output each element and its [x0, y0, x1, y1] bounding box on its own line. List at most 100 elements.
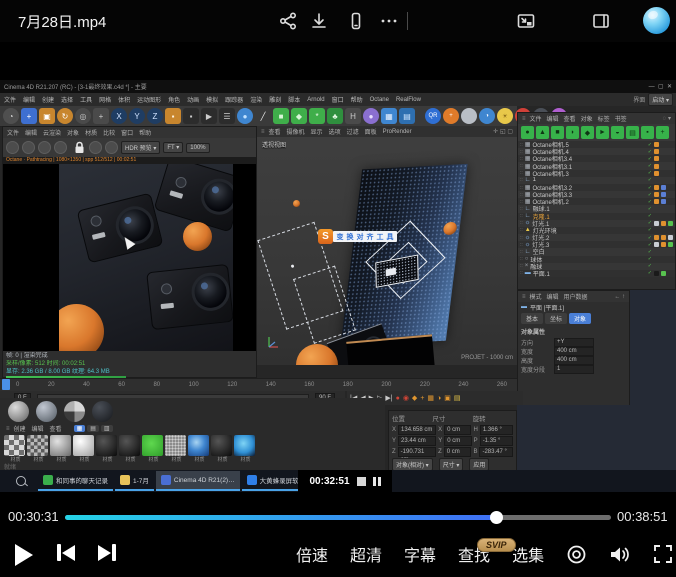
position-field[interactable]: -190.731 cm	[398, 447, 436, 457]
enabled-check[interactable]: ✓	[648, 249, 652, 255]
menu-item[interactable]: 书签	[615, 114, 627, 123]
position-field[interactable]: 23.44 cm	[398, 436, 436, 446]
object-tag[interactable]	[668, 271, 673, 276]
transport-button[interactable]: ▤	[454, 394, 461, 402]
previous-button[interactable]	[57, 544, 75, 561]
hdr-dropdown[interactable]: HDR 预览 ▾	[121, 141, 160, 154]
subtitles-button[interactable]: 字幕	[404, 542, 436, 566]
render-icon[interactable]: QR	[425, 108, 441, 124]
lv-tool-icon[interactable]	[6, 141, 19, 154]
object-tag[interactable]	[654, 178, 659, 183]
lv-tool-icon[interactable]	[105, 141, 118, 154]
size-field[interactable]: 0 cm	[444, 447, 472, 457]
menu-item[interactable]: 编辑	[547, 114, 559, 123]
visibility-dots[interactable]: ::	[520, 242, 523, 248]
material-item[interactable]: 材质	[188, 435, 211, 463]
menu-item[interactable]: Arnold	[307, 97, 324, 103]
octane-tool-icon[interactable]: ■	[551, 126, 564, 139]
enabled-check[interactable]: ✓	[648, 270, 652, 276]
object-tag[interactable]	[668, 192, 673, 197]
fullscreen-icon[interactable]	[653, 544, 673, 564]
attr-nav-icons[interactable]: ← ↑	[614, 294, 625, 300]
object-tag[interactable]	[661, 164, 666, 169]
window-controls[interactable]: — ▢ ✕	[649, 83, 672, 90]
enabled-check[interactable]: ✓	[648, 263, 652, 269]
timeline-ruler[interactable]: 020406080100120140160180200220240260	[0, 378, 517, 391]
object-tag[interactable]	[654, 142, 659, 147]
object-tag[interactable]	[661, 228, 666, 233]
render-icon[interactable]: ☀	[497, 108, 513, 124]
object-tag[interactable]	[654, 199, 659, 204]
toolbar-icon[interactable]: ▣	[39, 108, 55, 124]
plugin-button[interactable]: 具	[387, 232, 394, 242]
prop-value[interactable]: 400 cm	[554, 356, 594, 365]
menu-item[interactable]: 模拟	[206, 95, 218, 104]
plugin-toolbar[interactable]: S 变换对齐工具	[318, 229, 397, 244]
material-item[interactable]: 材质	[27, 435, 50, 463]
object-tag[interactable]	[661, 192, 666, 197]
material-thumb[interactable]	[96, 435, 117, 456]
play-button[interactable]	[15, 544, 33, 566]
toolbar-icon[interactable]: ◆	[291, 108, 307, 124]
prop-value[interactable]: +Y	[554, 338, 594, 347]
octane-tool-icon[interactable]: ●	[521, 126, 534, 139]
object-tag[interactable]	[654, 264, 659, 269]
object-row[interactable]: :: ▦ Octane相机.3 ✓	[518, 170, 675, 177]
material-preview-sphere[interactable]	[36, 401, 57, 422]
volume-icon[interactable]	[609, 544, 631, 565]
menu-item[interactable]: 比较	[103, 128, 115, 137]
avatar[interactable]	[643, 7, 670, 34]
enabled-check[interactable]: ✓	[648, 163, 652, 169]
enabled-check[interactable]: ✓	[648, 149, 652, 155]
material-item[interactable]: 材质	[142, 435, 165, 463]
material-item[interactable]: 材质	[234, 435, 257, 463]
menu-item[interactable]: 雕刻	[269, 95, 281, 104]
toolbar-icon[interactable]: ●	[237, 108, 253, 124]
next-button[interactable]	[98, 544, 116, 561]
lv-tool-icon[interactable]	[22, 141, 35, 154]
object-tag[interactable]	[668, 142, 673, 147]
pip-icon[interactable]	[515, 10, 537, 32]
object-tag[interactable]	[654, 164, 659, 169]
dock-icon[interactable]	[590, 10, 612, 32]
plugin-button[interactable]: 换	[347, 232, 354, 242]
menu-item[interactable]: RealFlow	[396, 97, 421, 103]
render-icon[interactable]: ◑	[479, 108, 495, 124]
material-view-tab[interactable]: ▤	[87, 425, 99, 432]
toolbar-icon[interactable]: ▦	[381, 108, 397, 124]
material-view-tab[interactable]: ▥	[101, 425, 113, 432]
menu-item[interactable]: 创建	[14, 424, 26, 433]
enabled-check[interactable]: ✓	[648, 220, 652, 226]
transport-button[interactable]: ◑	[437, 395, 441, 402]
toolbar-icon[interactable]: ■	[273, 108, 289, 124]
plugin-button[interactable]: 对	[357, 232, 364, 242]
transport-button[interactable]: ▦	[427, 394, 434, 402]
object-tag[interactable]	[654, 156, 659, 161]
material-thumb[interactable]	[165, 435, 186, 456]
more-icon[interactable]	[378, 10, 400, 32]
menu-item[interactable]: 创建	[42, 95, 54, 104]
visibility-dots[interactable]: ::	[520, 170, 523, 176]
object-tag[interactable]	[654, 249, 659, 254]
render-icon[interactable]	[461, 108, 477, 124]
lv-tool-icon[interactable]	[89, 141, 102, 154]
video-frame[interactable]: Cinema 4D R21.207 (RC) - [3-1最终效果.c4d *]…	[0, 42, 676, 500]
visibility-dots[interactable]: ::	[520, 199, 523, 205]
enabled-check[interactable]: ✓	[648, 242, 652, 248]
object-tag[interactable]	[654, 185, 659, 190]
material-thumb[interactable]	[119, 435, 140, 456]
visibility-dots[interactable]: ::	[520, 263, 523, 269]
visibility-dots[interactable]: ::	[520, 249, 523, 255]
toolbar-icon[interactable]: ▪	[165, 108, 181, 124]
object-tag[interactable]	[668, 221, 673, 226]
taskbar-app[interactable]: 和同事的聊天记录	[38, 471, 113, 491]
toolbar-icon[interactable]: ▶	[201, 108, 217, 124]
menu-item[interactable]: 选择	[61, 95, 73, 104]
menu-item[interactable]: 对象	[581, 114, 593, 123]
material-preview-sphere[interactable]	[92, 401, 113, 422]
toolbar-icon[interactable]: ☰	[219, 108, 235, 124]
visibility-dots[interactable]: ::	[520, 185, 523, 191]
transport-button[interactable]: ●	[396, 395, 400, 402]
menu-item[interactable]: 体积	[118, 95, 130, 104]
menu-item[interactable]: 窗口	[332, 95, 344, 104]
